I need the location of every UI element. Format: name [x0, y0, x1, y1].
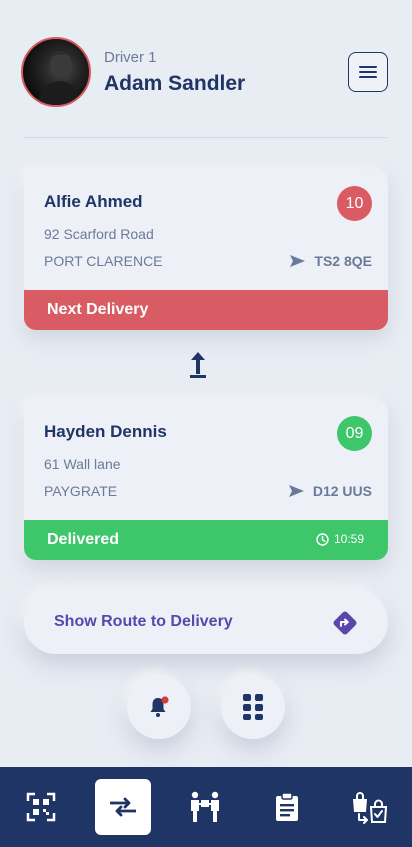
- show-route-label: Show Route to Delivery: [54, 613, 233, 630]
- delivery-number-badge: 09: [337, 416, 372, 451]
- grid-icon: [243, 694, 263, 720]
- customer-address: 92 Scarford Road: [44, 226, 154, 242]
- status-label: Delivered: [47, 531, 120, 548]
- customer-city: PAYGRATE: [44, 483, 118, 499]
- postcode-text: TS2 8QE: [314, 253, 372, 269]
- hamburger-icon: [359, 66, 377, 78]
- driver-label: Driver 1: [104, 49, 157, 66]
- customer-name: Alfie Ahmed: [44, 192, 143, 211]
- status-bar: Next Delivery: [24, 290, 388, 330]
- notifications-button[interactable]: [127, 675, 191, 739]
- customer-name: Hayden Dennis: [44, 422, 167, 441]
- driver-avatar[interactable]: [21, 37, 91, 107]
- delivered-time-text: 10:59: [333, 532, 364, 546]
- driver-name: Adam Sandler: [104, 72, 246, 95]
- move-up-button[interactable]: [188, 350, 208, 385]
- nav-bag-transfer[interactable]: [341, 779, 397, 835]
- status-bar: Delivered 10:59: [24, 520, 388, 560]
- menu-button[interactable]: [348, 52, 388, 92]
- delivered-time: 10:59: [316, 532, 364, 546]
- show-route-button[interactable]: Show Route to Delivery: [24, 590, 388, 654]
- bag-transfer-icon: [353, 792, 388, 824]
- bottom-nav: [0, 767, 412, 847]
- postcode: D12 UUS: [288, 483, 372, 499]
- send-arrow-icon: [288, 485, 304, 497]
- qr-scan-icon: [26, 792, 56, 822]
- delivery-card[interactable]: Hayden Dennis 61 Wall lane PAYGRATE 09 D…: [24, 400, 388, 560]
- swap-icon: [110, 797, 136, 817]
- delivery-card[interactable]: Alfie Ahmed 92 Scarford Road PORT CLAREN…: [24, 170, 388, 330]
- status-label: Next Delivery: [47, 301, 149, 318]
- nav-scan[interactable]: [13, 779, 69, 835]
- postcode: TS2 8QE: [289, 253, 372, 269]
- customer-address: 61 Wall lane: [44, 456, 121, 472]
- clock-icon: [316, 532, 329, 546]
- directions-icon: [333, 611, 357, 635]
- nav-clipboard[interactable]: [259, 779, 315, 835]
- send-arrow-icon: [290, 255, 306, 267]
- header: Driver 1 Adam Sandler: [0, 0, 412, 140]
- bell-icon: [150, 696, 169, 717]
- apps-button[interactable]: [221, 675, 285, 739]
- arrow-up-icon: [190, 352, 206, 378]
- postcode-text: D12 UUS: [312, 483, 372, 499]
- header-divider: [24, 137, 388, 138]
- nav-swap[interactable]: [95, 779, 151, 835]
- handover-icon: [191, 791, 219, 822]
- nav-handover[interactable]: [177, 779, 233, 835]
- customer-city: PORT CLARENCE: [44, 253, 163, 269]
- clipboard-icon: [276, 792, 298, 821]
- delivery-number-badge: 10: [337, 186, 372, 221]
